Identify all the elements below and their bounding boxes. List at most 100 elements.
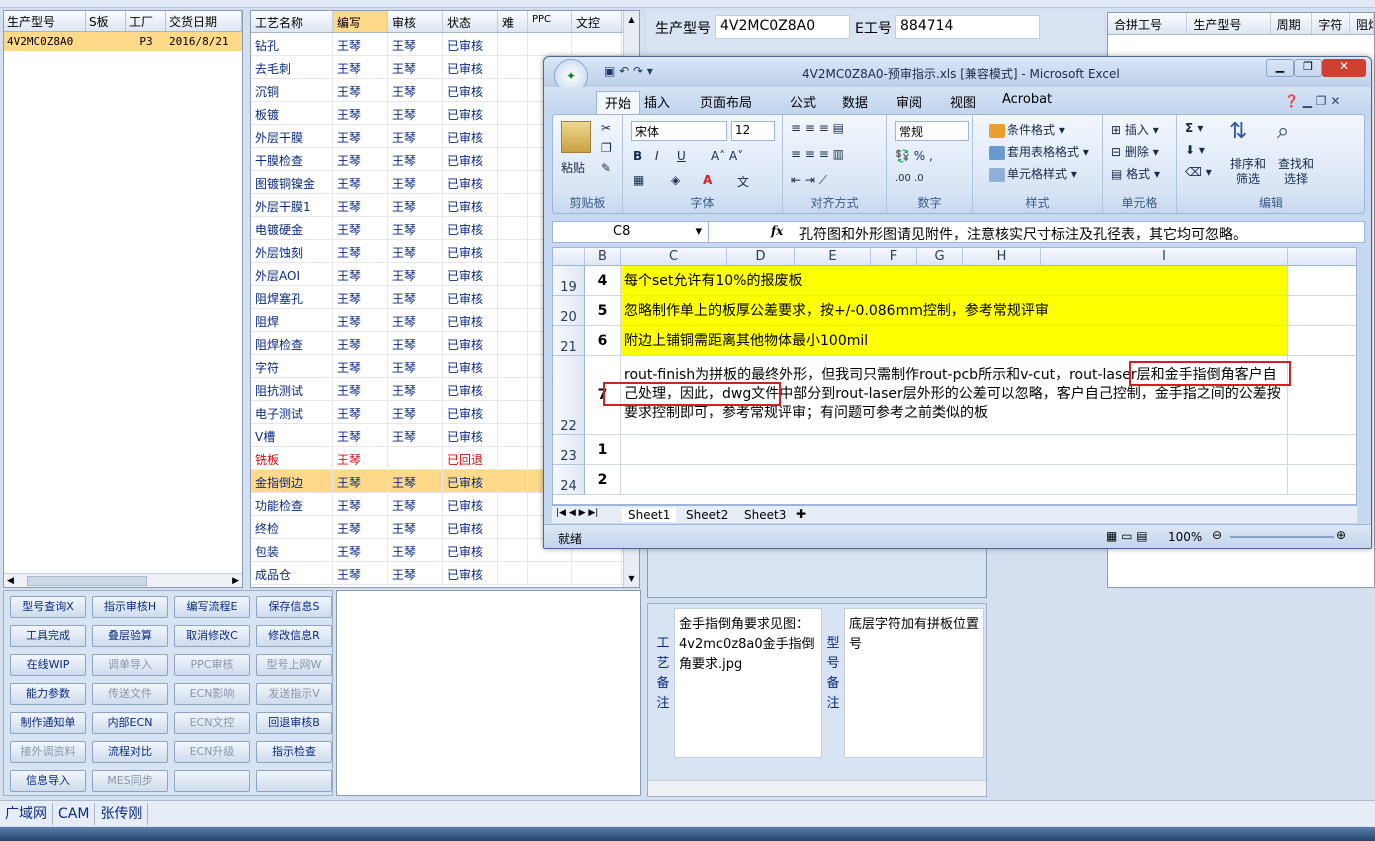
- ribbon-tab[interactable]: 审阅: [888, 91, 930, 112]
- action-button[interactable]: 内部ECN: [92, 712, 168, 734]
- ribbon-tab[interactable]: 插入: [636, 91, 678, 112]
- decimal-icon[interactable]: .00 .0: [895, 173, 924, 184]
- column-header[interactable]: D: [727, 248, 795, 266]
- zoom-slider[interactable]: [1230, 536, 1334, 538]
- action-button[interactable]: 能力参数: [10, 683, 86, 705]
- action-button[interactable]: ECN影响: [174, 683, 250, 705]
- row-header[interactable]: 20: [553, 296, 585, 326]
- col-writer[interactable]: 编写: [333, 11, 388, 32]
- find-select-icon[interactable]: ⌕: [1277, 119, 1289, 144]
- action-button[interactable]: 在线WIP: [10, 654, 86, 676]
- col-process-name[interactable]: 工艺名称: [251, 11, 333, 32]
- font-name-select[interactable]: 宋体: [631, 121, 727, 141]
- border-icon[interactable]: ▦: [633, 173, 644, 187]
- cell-b[interactable]: 5: [585, 296, 621, 326]
- cell-j[interactable]: [1288, 296, 1356, 326]
- underline-icon[interactable]: U: [677, 149, 686, 163]
- ribbon-tab[interactable]: 数据: [834, 91, 876, 112]
- cut-icon[interactable]: ✂: [601, 121, 611, 135]
- fill-icon[interactable]: ⬇ ▾: [1185, 143, 1205, 157]
- scroll-up-icon[interactable]: ▲: [624, 11, 639, 24]
- action-button[interactable]: 传送文件: [92, 683, 168, 705]
- new-sheet-icon[interactable]: ✚: [796, 507, 806, 521]
- cell-j[interactable]: [1288, 266, 1356, 296]
- action-button[interactable]: 取消修改C: [174, 625, 250, 647]
- action-button[interactable]: 保存信息S: [256, 596, 332, 618]
- action-button[interactable]: 型号查询X: [10, 596, 86, 618]
- col-delivery-date[interactable]: 交货日期: [166, 11, 242, 31]
- action-button[interactable]: 型号上网W: [256, 654, 332, 676]
- paste-button[interactable]: 粘贴: [561, 159, 585, 176]
- cell-c[interactable]: [621, 435, 1288, 465]
- fill-color-icon[interactable]: ◈: [671, 173, 680, 187]
- process-row[interactable]: 钻孔 王琴 王琴 已审核: [251, 33, 639, 56]
- close-icon[interactable]: ✕: [1322, 59, 1366, 77]
- process-note-text[interactable]: 金手指倒角要求见图：4v2mc0z8a0金手指倒角要求.jpg: [674, 608, 822, 758]
- col-cycle[interactable]: 周期: [1271, 13, 1313, 34]
- row-header[interactable]: 24: [553, 465, 585, 495]
- sheet-nav-icon[interactable]: |◀ ◀ ▶ ▶|: [556, 508, 598, 518]
- paste-icon[interactable]: [561, 121, 591, 153]
- col-ppc[interactable]: PPC: [528, 11, 572, 32]
- sheet-tab-2[interactable]: Sheet2: [680, 508, 734, 522]
- cell-b[interactable]: 2: [585, 465, 621, 495]
- cell-c[interactable]: 忽略制作单上的板厚公差要求，按+/-0.086mm控制，参考常规评审: [621, 296, 1288, 326]
- action-button[interactable]: [174, 770, 250, 792]
- action-button[interactable]: [256, 770, 332, 792]
- restore-icon[interactable]: ❐: [1294, 59, 1322, 77]
- action-button[interactable]: 指示检查: [256, 741, 332, 763]
- align-left-icon[interactable]: ≡ ≡ ≡ ▥: [791, 147, 844, 161]
- action-button[interactable]: 发送指示V: [256, 683, 332, 705]
- row-header[interactable]: 21: [553, 326, 585, 356]
- sort-filter-button[interactable]: 排序和筛选: [1225, 157, 1271, 187]
- eno-field[interactable]: 884714: [895, 15, 1040, 39]
- action-button[interactable]: 叠层验算: [92, 625, 168, 647]
- help-icon[interactable]: ❓ ▁ ❐ ✕: [1284, 94, 1340, 108]
- column-header[interactable]: [1288, 248, 1356, 266]
- col-mask[interactable]: 阻焊: [1350, 13, 1374, 34]
- ribbon-tab[interactable]: 视图: [942, 91, 984, 112]
- cell-style-button[interactable]: 单元格样式 ▾: [989, 165, 1077, 182]
- minimize-icon[interactable]: ▁: [1266, 59, 1294, 77]
- column-header[interactable]: C: [621, 248, 727, 266]
- col-difficulty[interactable]: 难: [498, 11, 528, 32]
- row-header[interactable]: 22: [553, 356, 585, 435]
- column-header[interactable]: B: [585, 248, 621, 266]
- sheet-tab-3[interactable]: Sheet3: [738, 508, 792, 522]
- row-header[interactable]: 23: [553, 435, 585, 465]
- order-row[interactable]: 4V2MC0Z8A0 P3 2016/8/21: [4, 32, 242, 51]
- process-row[interactable]: 成品仓 王琴 王琴 已审核: [251, 562, 639, 585]
- column-header[interactable]: F: [871, 248, 917, 266]
- phonetic-icon[interactable]: 文: [737, 173, 749, 190]
- col-status[interactable]: 状态: [443, 11, 498, 32]
- currency-icon[interactable]: 💱 % ,: [895, 149, 933, 163]
- indent-icon[interactable]: ⇤ ⇥ ⟋: [791, 173, 827, 188]
- number-format-select[interactable]: 常规: [895, 121, 969, 141]
- action-button[interactable]: 流程对比: [92, 741, 168, 763]
- action-button[interactable]: 指示审核H: [92, 596, 168, 618]
- col-merge-no[interactable]: 合拼工号: [1108, 13, 1188, 34]
- ribbon-tab[interactable]: 开始: [596, 91, 641, 114]
- action-button[interactable]: PPC审核: [174, 654, 250, 676]
- model-note-text[interactable]: 底层字符加有拼板位置号: [844, 608, 984, 758]
- italic-icon[interactable]: I: [655, 149, 659, 163]
- cell-c[interactable]: 附边上铺铜需距离其他物体最小100mil: [621, 326, 1288, 356]
- col-sboard[interactable]: S板: [86, 11, 126, 31]
- cell-c[interactable]: 每个set允许有10%的报废板: [621, 266, 1288, 296]
- action-button[interactable]: 工具完成: [10, 625, 86, 647]
- row-header[interactable]: 19: [553, 266, 585, 296]
- insert-cells-button[interactable]: ⊞ 插入 ▾: [1111, 121, 1159, 138]
- action-button[interactable]: 回退审核B: [256, 712, 332, 734]
- ribbon-tab[interactable]: 页面布局: [692, 91, 760, 112]
- ribbon-tab[interactable]: 公式: [782, 91, 824, 112]
- conditional-format-button[interactable]: 条件格式 ▾: [989, 121, 1065, 138]
- column-header[interactable]: H: [963, 248, 1041, 266]
- action-button[interactable]: 信息导入: [10, 770, 86, 792]
- scroll-right-icon[interactable]: ▶: [229, 576, 242, 586]
- name-box[interactable]: C8 ▾: [553, 222, 709, 242]
- autosum-icon[interactable]: Σ ▾: [1185, 121, 1203, 135]
- notes-hscroll[interactable]: [648, 780, 986, 796]
- scroll-down-icon[interactable]: ▼: [624, 574, 639, 583]
- col-model[interactable]: 生产型号: [4, 11, 86, 31]
- delete-cells-button[interactable]: ⊟ 删除 ▾: [1111, 143, 1159, 160]
